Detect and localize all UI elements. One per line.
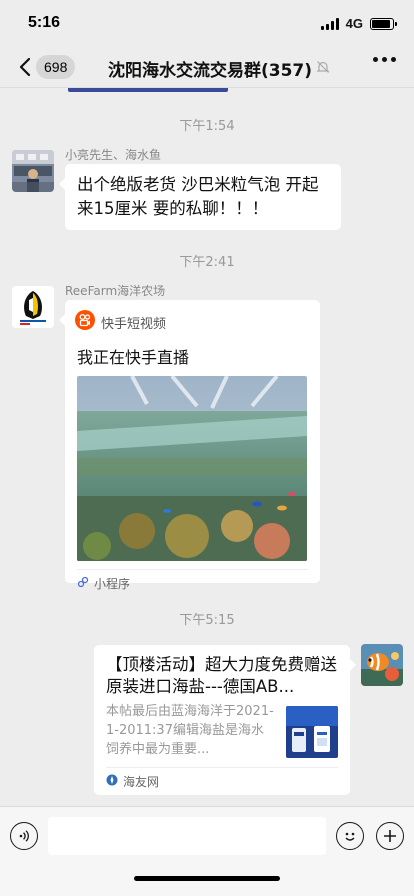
- mini-program-label: 小程序: [94, 577, 131, 591]
- unread-count-badge: 698: [36, 55, 76, 79]
- home-indicator[interactable]: [134, 876, 280, 881]
- mini-program-app-name: 快手短视频: [101, 316, 167, 332]
- nav-bar: 698 沈阳海水交流交易群(357): [0, 46, 414, 88]
- input-bar: [0, 806, 414, 896]
- avatar[interactable]: [12, 150, 54, 192]
- status-indicators: 4G: [320, 16, 397, 31]
- network-type: 4G: [345, 16, 363, 31]
- avatar[interactable]: [361, 644, 403, 686]
- mini-program-title: 我正在快手直播: [77, 348, 190, 367]
- chat-area[interactable]: 下午1:54 小亮先生、海水鱼 出个绝版老货 沙巴米粒气泡 开起来15厘米 要的…: [0, 88, 414, 806]
- link-card-footer: 海友网: [106, 767, 338, 790]
- kuaishou-icon: [75, 310, 95, 334]
- link-card-description: 本帖最后由蓝海海洋于2021-1-2011:37编辑海盐是海水饲养中最为重要..…: [106, 704, 274, 757]
- timestamp: 下午5:15: [179, 613, 235, 628]
- message-text: 出个绝版老货 沙巴米粒气泡 开起来15厘米 要的私聊！！！: [77, 175, 319, 218]
- mini-program-header: 快手短视频: [65, 300, 320, 334]
- message-bubble[interactable]: 出个绝版老货 沙巴米粒气泡 开起来15厘米 要的私聊！！！: [59, 164, 341, 230]
- signal-icon: [320, 17, 339, 30]
- link-card[interactable]: 【顶楼活动】超大力度免费赠送原装进口海盐---德国AB... 本帖最后由蓝海海洋…: [94, 645, 356, 795]
- sender-name: 小亮先生、海水鱼: [65, 148, 162, 162]
- more-dots-icon[interactable]: [373, 57, 396, 62]
- avatar[interactable]: [12, 286, 54, 328]
- mini-program-footer: 小程序: [77, 569, 308, 592]
- chevron-left-icon: [12, 52, 38, 82]
- link-card-thumbnail: [286, 706, 338, 758]
- plus-icon[interactable]: [376, 822, 404, 850]
- link-card-body: 本帖最后由蓝海海洋于2021-1-2011:37编辑海盐是海水饲养中最为重要..…: [94, 702, 350, 759]
- battery-level: [372, 19, 390, 28]
- battery-icon: [370, 17, 397, 30]
- bell-off-icon: [316, 59, 330, 79]
- sender-name: ReeFarm海洋农场: [65, 284, 166, 298]
- mini-program-thumbnail: [77, 376, 307, 561]
- chat-title-text: 沈阳海水交流交易群(357): [108, 61, 313, 81]
- compass-icon: [106, 774, 118, 789]
- link-card-source: 海友网: [123, 775, 160, 789]
- status-time: 5:16: [28, 14, 61, 31]
- voice-icon[interactable]: [10, 822, 38, 850]
- link-card-title: 【顶楼活动】超大力度免费赠送原装进口海盐---德国AB...: [106, 655, 337, 696]
- back-button[interactable]: 698: [12, 52, 76, 82]
- message-input[interactable]: [48, 817, 326, 855]
- chat-title: 沈阳海水交流交易群(357): [108, 56, 330, 81]
- link-icon: [77, 576, 89, 591]
- timestamp: 下午1:54: [179, 119, 235, 134]
- emoji-icon[interactable]: [336, 822, 364, 850]
- mini-program-card[interactable]: 快手短视频 我正在快手直播 小程序: [59, 300, 320, 591]
- timestamp: 下午2:41: [179, 255, 235, 270]
- status-bar: 5:16 4G: [0, 0, 414, 46]
- previous-message-edge: [68, 88, 228, 92]
